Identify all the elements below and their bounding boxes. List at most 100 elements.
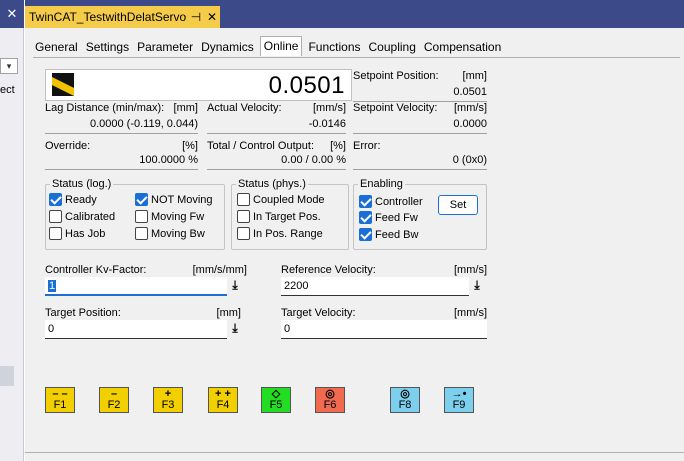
checkbox-has-job[interactable]: Has Job — [49, 227, 105, 240]
function-key-f5[interactable]: ◇ F5 — [261, 387, 291, 413]
status-phys-title: Status (phys.) — [238, 178, 306, 190]
checkbox-checked-icon[interactable] — [359, 195, 372, 208]
set-button[interactable]: Set — [438, 195, 478, 215]
override-unit: [%] — [182, 140, 198, 152]
online-tab-page: 0.0501 Setpoint Position: [mm] 0.0501 La… — [33, 57, 680, 449]
checkbox-moving-fw[interactable]: Moving Fw — [135, 210, 204, 223]
actual-velocity-label: Actual Velocity: — [207, 102, 282, 114]
divider — [353, 169, 487, 170]
setpoint-velocity-value: 0.0000 — [453, 118, 487, 130]
tab-compensation[interactable]: Compensation — [422, 39, 503, 56]
left-panel-text: ect — [0, 84, 15, 96]
lag-distance-unit: [mm] — [173, 102, 198, 114]
lag-distance-label: Lag Distance (min/max): — [45, 102, 165, 114]
function-key-label: F8 — [398, 399, 412, 411]
checkbox-unchecked-icon[interactable] — [135, 210, 148, 223]
download-icon[interactable]: ⤓ — [470, 277, 484, 293]
function-key-f8[interactable]: ◎ F8 — [390, 387, 420, 413]
tab-functions[interactable]: Functions — [306, 39, 362, 56]
divider — [45, 133, 198, 134]
reference-velocity-label: Reference Velocity: — [281, 264, 376, 276]
checkbox-in-target-pos[interactable]: In Target Pos. — [237, 210, 321, 223]
tab-general[interactable]: General — [33, 39, 80, 56]
kv-factor-label: Controller Kv-Factor: — [45, 264, 147, 276]
checkbox-calibrated[interactable]: Calibrated — [49, 210, 115, 223]
checkbox-label: Moving Bw — [151, 227, 205, 240]
checkbox-moving-bw[interactable]: Moving Bw — [135, 227, 205, 240]
solution-explorer-strip: ✕ ▾ ect — [0, 0, 24, 461]
setpoint-velocity-unit: [mm/s] — [454, 102, 487, 114]
checkbox-unchecked-icon[interactable] — [49, 210, 62, 223]
checkbox-in-pos-range[interactable]: In Pos. Range — [237, 227, 323, 240]
function-key-label: F1 — [53, 399, 67, 411]
checkbox-label: NOT Moving — [151, 193, 213, 206]
tab-settings[interactable]: Settings — [84, 39, 131, 56]
checkbox-checked-icon[interactable] — [49, 193, 62, 206]
target-position-label: Target Position: — [45, 307, 121, 319]
control-output-label: Total / Control Output: — [207, 140, 314, 152]
axis-icon — [52, 73, 74, 96]
checkbox-unchecked-icon[interactable] — [135, 227, 148, 240]
pin-icon[interactable]: ⊣ — [188, 10, 204, 24]
kv-factor-input[interactable]: 1 — [45, 277, 227, 296]
divider — [45, 169, 198, 170]
function-key-f6[interactable]: ◎ F6 — [315, 387, 345, 413]
checkbox-feed-bw[interactable]: Feed Bw — [359, 228, 418, 241]
checkbox-checked-icon[interactable] — [135, 193, 148, 206]
checkbox-feed-fw[interactable]: Feed Fw — [359, 211, 418, 224]
checkbox-label: Ready — [65, 193, 97, 206]
checkbox-checked-icon[interactable] — [359, 211, 372, 224]
tab-coupling[interactable]: Coupling — [367, 39, 418, 56]
function-key-label: F6 — [323, 399, 337, 411]
divider — [207, 169, 346, 170]
divider — [353, 133, 487, 134]
actual-velocity-value: -0.0146 — [308, 118, 346, 130]
lag-distance-value: 0.0000 (-0.119, 0.044) — [89, 118, 198, 130]
tab-strip: General Settings Parameter Dynamics Online Fu… — [33, 36, 507, 56]
chevron-down-icon[interactable]: ▾ — [0, 58, 18, 74]
setpoint-position-value: 0.0501 — [453, 86, 487, 98]
target-velocity-input[interactable]: 0 — [281, 320, 487, 339]
checkbox-ready[interactable]: Ready — [49, 193, 97, 206]
checkbox-checked-icon[interactable] — [359, 228, 372, 241]
document-tab-bar: TwinCAT_TestwithDelatServo ⊣ ✕ — [25, 0, 684, 28]
status-log-title: Status (log.) — [52, 178, 112, 190]
setpoint-position-label: Setpoint Position: — [353, 70, 439, 82]
close-icon[interactable]: ✕ — [0, 0, 24, 28]
actual-velocity-unit: [mm/s] — [313, 102, 346, 114]
setpoint-velocity-label: Setpoint Velocity: — [353, 102, 438, 114]
function-key-f4[interactable]: + + F4 — [208, 387, 238, 413]
checkbox-not-moving[interactable]: NOT Moving — [135, 193, 213, 206]
checkbox-label: Moving Fw — [151, 210, 205, 223]
divider — [207, 133, 346, 134]
error-value: 0 (0x0) — [452, 154, 487, 166]
function-key-f9[interactable]: →• F9 — [444, 387, 474, 413]
checkbox-unchecked-icon[interactable] — [237, 227, 250, 240]
checkbox-controller[interactable]: Controller — [359, 195, 423, 208]
tab-parameter[interactable]: Parameter — [135, 39, 195, 56]
left-panel-selection — [0, 366, 14, 386]
checkbox-label: Calibrated — [65, 210, 116, 223]
target-position-input[interactable]: 0 — [45, 320, 227, 339]
download-icon[interactable]: ⤓ — [228, 277, 242, 293]
control-output-value: 0.00 / 0.00 % — [281, 154, 346, 166]
override-label: Override: — [45, 140, 91, 152]
tab-online[interactable]: Online — [259, 36, 303, 56]
checkbox-unchecked-icon[interactable] — [237, 193, 250, 206]
function-key-f2[interactable]: – F2 — [99, 387, 129, 413]
tab-dynamics[interactable]: Dynamics — [199, 39, 256, 56]
function-key-f3[interactable]: + F3 — [153, 387, 183, 413]
close-icon[interactable]: ✕ — [204, 10, 220, 24]
document-tab[interactable]: TwinCAT_TestwithDelatServo ⊣ ✕ — [25, 6, 220, 28]
kv-factor-unit: [mm/s/mm] — [192, 264, 247, 276]
reference-velocity-input[interactable]: 2200 — [281, 277, 469, 296]
target-velocity-label: Target Velocity: — [281, 307, 356, 319]
checkbox-coupled-mode[interactable]: Coupled Mode — [237, 193, 325, 206]
reference-velocity-unit: [mm/s] — [454, 264, 487, 276]
function-key-label: F5 — [269, 399, 283, 411]
checkbox-unchecked-icon[interactable] — [49, 227, 62, 240]
checkbox-unchecked-icon[interactable] — [237, 210, 250, 223]
download-icon[interactable]: ⤓ — [228, 320, 242, 336]
document-tab-title: TwinCAT_TestwithDelatServo — [29, 10, 187, 24]
function-key-f1[interactable]: – – F1 — [45, 387, 75, 413]
